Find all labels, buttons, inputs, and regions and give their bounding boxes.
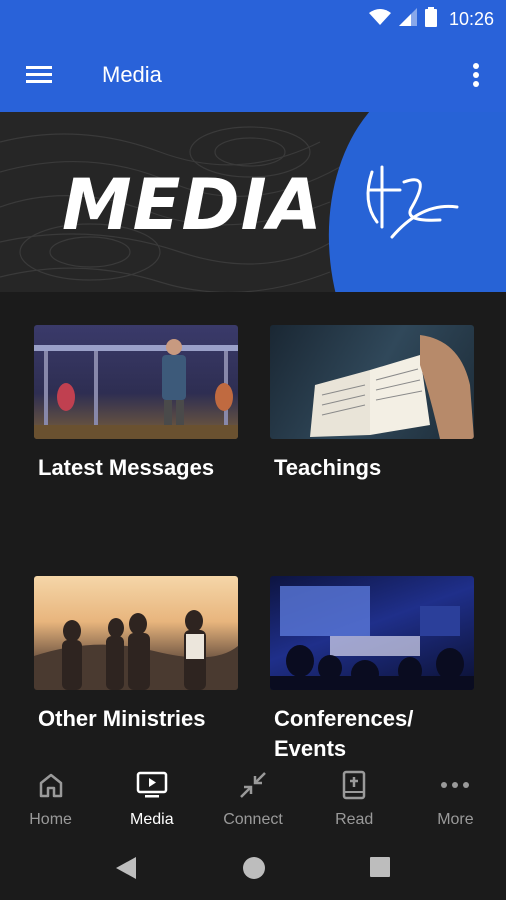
card-teachings[interactable]: Teachings: [270, 325, 474, 480]
nav-item-more[interactable]: More: [405, 757, 506, 841]
bible-icon: [338, 769, 370, 801]
recents-button[interactable]: [368, 855, 392, 884]
bottom-navigation: Home Media Connect Read More: [0, 757, 506, 841]
card-title: Other Ministries: [38, 706, 206, 731]
status-time: 10:26: [448, 9, 494, 29]
more-dots-icon: [439, 769, 471, 801]
nav-item-read[interactable]: Read: [304, 757, 405, 841]
hamburger-menu-icon: [26, 66, 52, 83]
nav-label: Read: [335, 811, 374, 828]
card-title: Conferences/ Events: [274, 706, 414, 757]
nav-label: Media: [130, 811, 174, 828]
page-title: Media: [102, 62, 162, 87]
card-latest-messages[interactable]: Latest Messages: [34, 325, 238, 480]
app-bar: Media: [0, 38, 506, 112]
status-icons: 10:26: [368, 7, 494, 32]
card-thumbnail: [270, 325, 474, 439]
card-title: Teachings: [274, 455, 382, 480]
church-logo-icon: [366, 165, 459, 239]
nav-item-home[interactable]: Home: [0, 757, 101, 841]
home-system-button[interactable]: [241, 855, 267, 886]
media-banner: MEDIA: [0, 112, 506, 292]
system-navigation-bar: [0, 841, 506, 900]
vertical-dots-icon: [473, 63, 479, 87]
home-circle-icon: [243, 857, 265, 879]
overflow-menu-button[interactable]: [466, 58, 486, 92]
back-triangle-icon: [116, 857, 136, 879]
connect-arrows-icon: [237, 769, 269, 801]
nav-label: More: [437, 811, 474, 828]
status-bar: 10:26: [0, 0, 506, 38]
media-grid: Latest Messages Teachings Other Ministri…: [0, 292, 506, 757]
banner-title: MEDIA: [62, 164, 323, 246]
nav-label: Connect: [223, 811, 283, 828]
menu-button[interactable]: [22, 60, 56, 90]
card-conferences-events[interactable]: Conferences/ Events: [270, 576, 474, 757]
card-title: Latest Messages: [38, 455, 215, 480]
card-thumbnail: [34, 576, 238, 690]
card-other-ministries[interactable]: Other Ministries: [34, 576, 238, 731]
battery-icon: [424, 7, 437, 32]
card-thumbnail: [34, 325, 238, 439]
back-button[interactable]: [114, 855, 138, 886]
card-thumbnail: [270, 576, 474, 690]
tv-play-icon: [136, 769, 168, 801]
home-icon: [35, 769, 67, 801]
wifi-icon: [368, 8, 391, 31]
nav-label: Home: [29, 811, 72, 828]
cell-signal-icon: [398, 8, 417, 31]
nav-item-connect[interactable]: Connect: [202, 757, 303, 841]
nav-item-media[interactable]: Media: [101, 757, 202, 841]
recents-square-icon: [370, 857, 390, 877]
